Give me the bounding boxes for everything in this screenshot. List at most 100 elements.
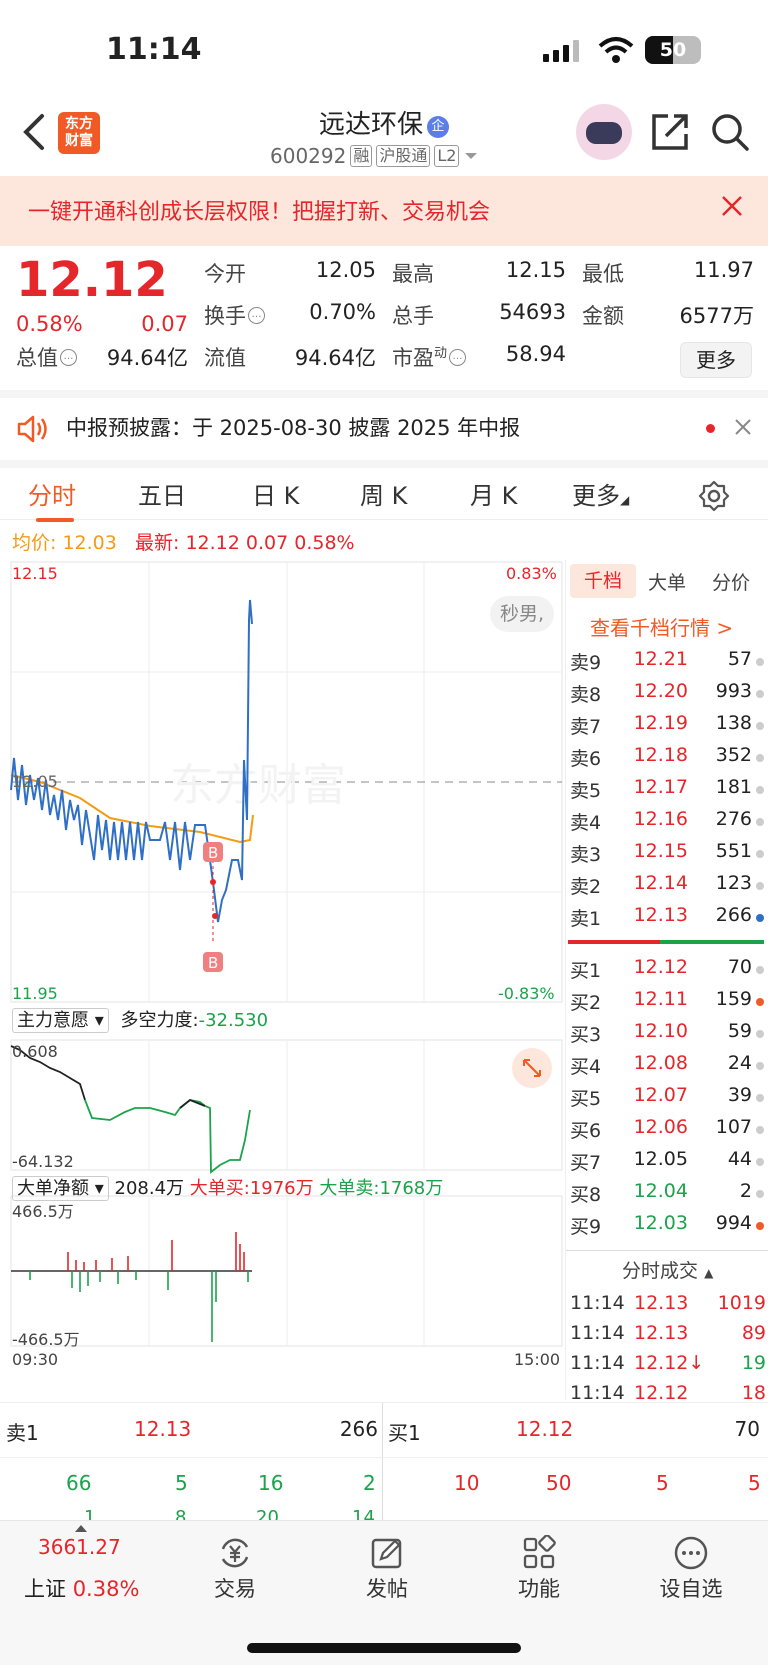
level-price: 12.08 — [633, 1052, 688, 1074]
turnover-label[interactable]: 换手… — [204, 300, 265, 330]
close-icon[interactable] — [720, 194, 744, 218]
chart-canvas[interactable]: 东方财富 B B — [0, 560, 565, 1400]
level-dot — [756, 1030, 764, 1038]
ask-level-row[interactable]: 卖8 12.20 993 — [570, 678, 766, 708]
ask-level-row[interactable]: 卖6 12.18 352 — [570, 742, 766, 772]
book-tab-price-dist[interactable]: 分价 — [712, 568, 750, 595]
share-icon[interactable] — [650, 112, 690, 152]
amount-label: 金额 — [582, 304, 624, 328]
mktcap-label[interactable]: 总值… — [16, 342, 77, 372]
tab-intraday[interactable]: 分时 — [28, 476, 76, 511]
notice-bar[interactable]: 中报预披露：于 2025-08-30 披露 2025 年中报 — [0, 390, 768, 452]
trade-time: 11:14 — [570, 1292, 625, 1314]
ask-level-row[interactable]: 卖9 12.21 57 — [570, 646, 766, 676]
enterprise-badge: 企 — [427, 116, 449, 138]
gear-icon[interactable] — [698, 480, 730, 512]
level-dot — [756, 1126, 764, 1134]
stock-code-row[interactable]: 600292 融 沪股通 L2 — [270, 144, 479, 168]
tag-l2: L2 — [434, 145, 460, 167]
nav-watchlist[interactable]: 设自选 — [626, 1521, 756, 1621]
tab-weekly-k[interactable]: 周 K — [360, 476, 407, 511]
level-volume: 138 — [715, 712, 752, 734]
ai-assistant-avatar[interactable] — [576, 104, 632, 160]
main-force-dropdown[interactable]: 主力意愿 ▾ — [12, 1008, 109, 1033]
yen-exchange-icon — [221, 1538, 249, 1568]
level-dot — [756, 882, 764, 890]
info-icon: … — [248, 307, 265, 324]
y-axis-bottom: 11.95 — [12, 984, 58, 1003]
close-icon[interactable] — [734, 418, 752, 436]
speaker-icon — [17, 415, 47, 443]
avg-price: 12.03 — [62, 532, 117, 554]
search-icon[interactable] — [710, 112, 750, 152]
more-button[interactable]: 更多 — [680, 342, 752, 378]
intraday-chart[interactable]: 东方财富 B B 12.15 0.83% 12.05 11.95 -0.83% … — [0, 560, 565, 1400]
svg-text:B: B — [208, 844, 218, 862]
ask-level-row[interactable]: 卖5 12.17 181 — [570, 774, 766, 804]
level-label: 卖9 — [570, 652, 602, 674]
ask-level-row[interactable]: 卖3 12.15 551 — [570, 838, 766, 868]
bid-tick: 50 — [546, 1471, 572, 1495]
tag-hk-connect: 沪股通 — [376, 145, 431, 167]
expand-button[interactable] — [512, 1048, 552, 1088]
home-indicator — [247, 1643, 521, 1653]
bid-level-row[interactable]: 买1 12.12 70 — [570, 954, 766, 984]
caret-down-icon[interactable] — [463, 150, 479, 162]
open-value: 12.05 — [315, 258, 376, 282]
main-force-top: 0.608 — [12, 1042, 58, 1061]
trades-header[interactable]: 分时成交 ▲ — [622, 1256, 713, 1283]
volume-label: 总手 — [392, 304, 434, 328]
level-volume: 24 — [727, 1052, 752, 1074]
comment-bubble[interactable]: 秒男, — [490, 596, 555, 632]
unread-dot — [706, 424, 715, 433]
float-label: 流值 — [204, 346, 246, 370]
index-ticker[interactable]: 3661.27 上证 0.38% — [14, 1521, 150, 1621]
caret-up-icon — [75, 1525, 87, 1532]
level-dot — [756, 850, 764, 858]
nav-functions[interactable]: 功能 — [474, 1521, 604, 1621]
pe-label[interactable]: 市盈动… — [392, 342, 467, 372]
level-volume: 59 — [727, 1020, 752, 1042]
tab-five-day[interactable]: 五日 — [138, 476, 186, 511]
level-label: 买9 — [570, 1216, 602, 1238]
book-tab-big-orders[interactable]: 大单 — [648, 568, 686, 595]
bid-level-row[interactable]: 买3 12.10 59 — [570, 1018, 766, 1048]
ask-level-row[interactable]: 卖1 12.13 266 — [570, 902, 766, 932]
view-levels-link[interactable]: 查看千档行情 > — [590, 612, 733, 641]
tab-daily-k[interactable]: 日 K — [252, 476, 299, 511]
bid-level-row[interactable]: 买2 12.11 159 — [570, 986, 766, 1016]
book-tab-levels[interactable]: 千档 — [570, 564, 636, 598]
tab-monthly-k[interactable]: 月 K — [470, 476, 517, 511]
quote-panel: 12.12 0.58% 0.07 今开 12.05 最高 12.15 最低 11… — [0, 246, 768, 386]
turnover-value: 0.70% — [309, 300, 376, 324]
bid-level-row[interactable]: 买6 12.06 107 — [570, 1114, 766, 1144]
tab-more[interactable]: 更多◢ — [572, 476, 629, 511]
ask-level-row[interactable]: 卖2 12.14 123 — [570, 870, 766, 900]
level-volume: 44 — [727, 1148, 752, 1170]
nav-post[interactable]: 发帖 — [322, 1521, 452, 1621]
promo-text: 一键开通科创成长层权限！把握打新、交易机会 — [28, 200, 491, 225]
level-volume: 276 — [715, 808, 752, 830]
level-price: 12.04 — [633, 1180, 688, 1202]
level-label: 卖3 — [570, 844, 602, 866]
level-dot — [756, 690, 764, 698]
ask1-price: 12.13 — [134, 1417, 192, 1441]
level-volume: 159 — [715, 988, 752, 1010]
ask-level-row[interactable]: 卖7 12.19 138 — [570, 710, 766, 740]
level-label: 卖4 — [570, 812, 602, 834]
status-bar: 11:14 50 — [0, 0, 768, 96]
trade-volume: 19 — [741, 1352, 766, 1374]
bid-level-row[interactable]: 买8 12.04 2 — [570, 1178, 766, 1208]
nav-trade[interactable]: 交易 — [170, 1521, 300, 1621]
level-label: 卖6 — [570, 748, 602, 770]
trade-volume: 89 — [741, 1322, 766, 1344]
bid-level-row[interactable]: 买7 12.05 44 — [570, 1146, 766, 1176]
bid1-price: 12.12 — [516, 1417, 574, 1441]
promo-banner[interactable]: 一键开通科创成长层权限！把握打新、交易机会 — [0, 176, 768, 246]
bid-level-row[interactable]: 买9 12.03 994 — [570, 1210, 766, 1240]
bid-level-row[interactable]: 买5 12.07 39 — [570, 1082, 766, 1112]
bid-level-row[interactable]: 买4 12.08 24 — [570, 1050, 766, 1080]
expand-icon — [523, 1059, 541, 1077]
ask-level-row[interactable]: 卖4 12.16 276 — [570, 806, 766, 836]
trade-volume: 18 — [741, 1382, 766, 1404]
